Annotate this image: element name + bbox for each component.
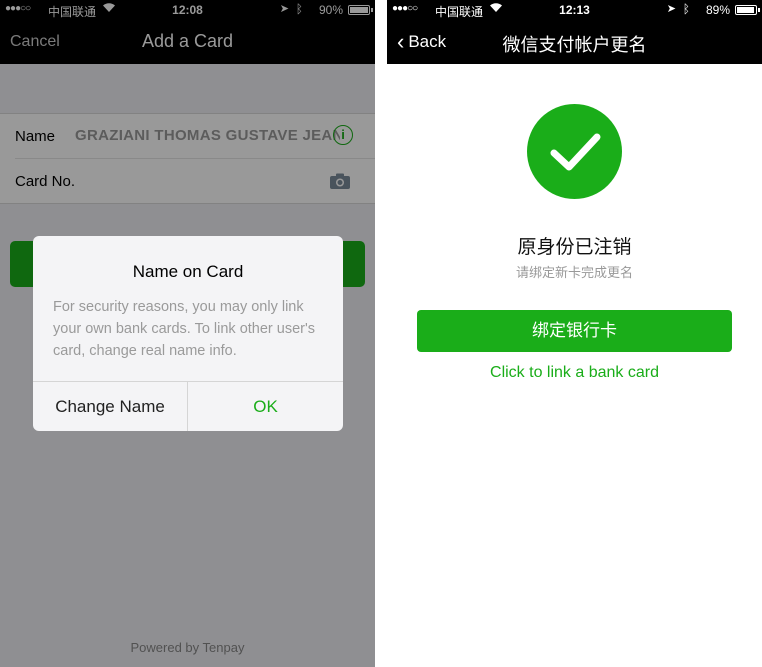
change-name-button[interactable]: Change Name <box>33 382 188 431</box>
dialog-buttons: Change Name OK <box>33 381 343 431</box>
bluetooth-icon: ᛒ <box>682 2 690 16</box>
nav-bar: ‹ Back 微信支付帐户更名 <box>387 20 762 64</box>
battery-icon <box>735 5 760 15</box>
page-title: 微信支付帐户更名 <box>502 35 647 55</box>
result-title: 原身份已注销 <box>517 237 632 258</box>
alert-dialog: Name on Card For security reasons, you m… <box>33 236 343 431</box>
status-bar: ●●●○○ 中国联通 12:13 ➤ ᛒ 89% <box>387 0 762 20</box>
result-subtitle: 请绑定新卡完成更名 <box>515 265 633 280</box>
link-bank-card-caption: Click to link a bank card <box>490 364 659 381</box>
dialog-title: Name on Card <box>132 262 244 281</box>
battery-percent: 89% <box>705 3 730 17</box>
bind-bank-card-button[interactable]: 绑定银行卡 <box>417 310 732 352</box>
ok-button[interactable]: OK <box>188 382 343 431</box>
success-check-icon <box>527 104 622 199</box>
location-arrow-icon: ➤ <box>666 3 676 15</box>
dialog-message: For security reasons, you may only link … <box>53 299 316 359</box>
left-screen: ●●●○○ 中国联通 12:08 ➤ ᛒ 90% Cancel Add a Ca… <box>0 0 375 667</box>
right-screen: ●●●○○ 中国联通 12:13 ➤ ᛒ 89% ‹ Back 微信支付帐户更名… <box>387 0 762 667</box>
